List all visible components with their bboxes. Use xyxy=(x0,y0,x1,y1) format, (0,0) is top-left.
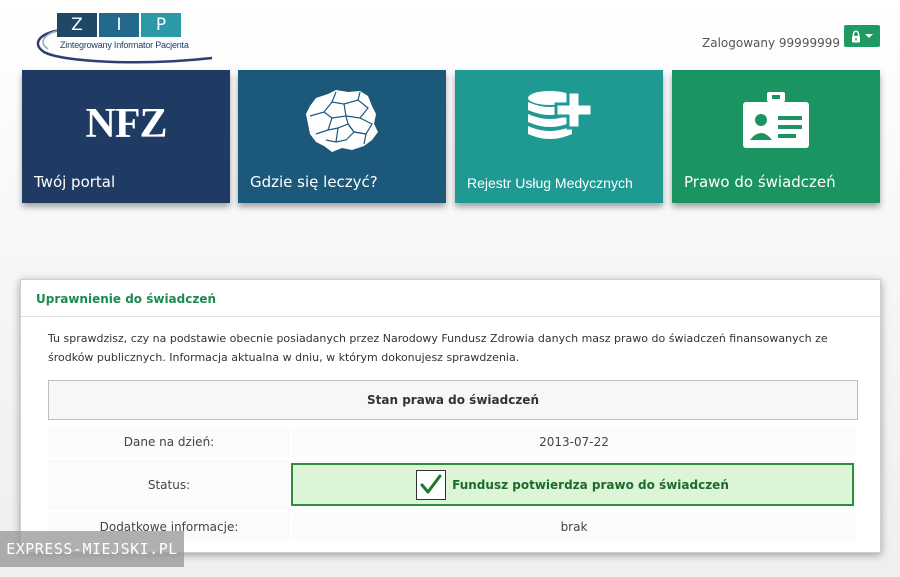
tile-label: Prawo do świadczeń xyxy=(684,173,836,191)
watermark: EXPRESS-MIEJSKI.PL xyxy=(0,531,184,567)
lock-icon xyxy=(852,30,860,42)
nfz-logo: NFZ xyxy=(85,101,168,147)
zip-logo[interactable]: Z I P Zintegrowany Informator Pacjenta xyxy=(30,12,220,64)
logo-subtitle: Zintegrowany Informator Pacjenta xyxy=(60,40,189,50)
chevron-down-icon xyxy=(865,34,873,38)
logo-letter-i: I xyxy=(99,13,139,37)
tile-rejestr-uslug-medycznych[interactable]: Rejestr Usług Medycznych xyxy=(455,70,663,203)
row-date: Dane na dzień: 2013-07-22 xyxy=(48,427,856,457)
poland-map-icon xyxy=(238,88,446,156)
logo-letter-z: Z xyxy=(57,13,97,37)
logo-letter-p: P xyxy=(141,13,181,37)
panel-description: Tu sprawdzisz, czy na podstawie obecnie … xyxy=(48,332,828,364)
database-plus-icon xyxy=(455,88,663,148)
entitlement-panel: Uprawnienie do świadczeń Tu sprawdzisz, … xyxy=(20,279,881,553)
status-text: Fundusz potwierdza prawo do świadczeń xyxy=(452,477,729,492)
checkmark-icon xyxy=(416,469,447,500)
logo-letters: Z I P xyxy=(57,13,181,37)
divider xyxy=(21,316,880,317)
date-value: 2013-07-22 xyxy=(292,427,856,457)
tile-label: Gdzie się leczyć? xyxy=(250,173,378,191)
date-label: Dane na dzień: xyxy=(48,427,290,457)
tile-label: Twój portal xyxy=(34,173,116,191)
user-menu-button[interactable] xyxy=(844,25,880,47)
section-header: Stan prawa do świadczeń xyxy=(48,380,858,420)
tile-twoj-portal[interactable]: NFZ Twój portal xyxy=(22,70,230,203)
panel-title: Uprawnienie do świadczeń xyxy=(36,292,217,306)
id-card-icon xyxy=(672,88,880,150)
status-badge: Fundusz potwierdza prawo do świadczeń xyxy=(291,463,854,506)
logged-in-user: Zalogowany 99999999 xyxy=(702,36,840,50)
extra-info-value: brak xyxy=(292,513,856,541)
status-label: Status: xyxy=(48,460,290,510)
tile-prawo-do-swiadczen[interactable]: Prawo do świadczeń xyxy=(672,70,880,203)
tile-label: Rejestr Usług Medycznych xyxy=(467,175,633,191)
tile-gdzie-sie-leczyc[interactable]: Gdzie się leczyć? xyxy=(238,70,446,203)
